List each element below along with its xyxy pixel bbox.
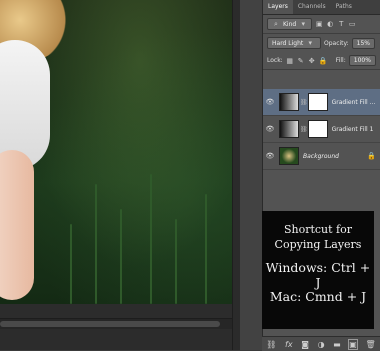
panel-gutter <box>240 0 262 350</box>
layer-row[interactable]: 👁 ⛓ Gradient Fill 1 <box>263 116 380 143</box>
layers-bottom-bar: ⛓ fx ◙ ◑ ▬ ▣ 🗑 <box>262 336 380 351</box>
lock-row: Lock: ▦ ✎ ✥ 🔒 Fill: 100% <box>263 52 380 69</box>
caption-line: Mac: Cmnd + J <box>269 289 367 304</box>
kind-filter-label: Kind <box>283 20 297 28</box>
blend-row: Hard Light ▾ Opacity: 15% <box>263 34 380 52</box>
mask-thumbnail[interactable] <box>307 93 328 111</box>
new-layer-icon[interactable]: ▣ <box>348 338 358 350</box>
adjustment-filter-icon[interactable]: ◐ <box>326 20 334 28</box>
lock-label: Lock: <box>267 57 283 64</box>
link-icon[interactable]: ⛓ <box>266 340 276 349</box>
trash-icon[interactable]: 🗑 <box>365 340 375 349</box>
lock-all-icon[interactable]: 🔒 <box>319 57 328 65</box>
photo-grass <box>150 174 152 304</box>
layer-row[interactable]: 👁 Background 🔒 <box>263 143 380 170</box>
layer-thumbnail <box>279 120 299 138</box>
opacity-field[interactable]: 15% <box>351 37 376 49</box>
fill-value: 100% <box>353 57 371 64</box>
layer-name[interactable]: Gradient Fill 1 <box>332 126 374 133</box>
link-icon: ⛓ <box>300 98 308 106</box>
mask-thumbnail[interactable] <box>307 120 328 138</box>
layer-thumbnail <box>279 147 299 165</box>
shortcut-caption: Shortcut for Copying Layers Windows: Ctr… <box>262 211 374 329</box>
type-filter-icon[interactable]: T <box>337 20 345 28</box>
fill-label: Fill: <box>335 57 346 64</box>
blend-mode-value: Hard Light <box>272 39 304 47</box>
opacity-value: 15% <box>356 39 371 47</box>
chevron-down-icon: ▾ <box>301 20 305 28</box>
eye-icon[interactable]: 👁 <box>263 98 277 106</box>
tab-channels[interactable]: Channels <box>293 0 331 14</box>
mask-icon[interactable]: ◙ <box>301 340 309 349</box>
photo-grass <box>205 194 207 304</box>
eye-icon[interactable]: 👁 <box>263 152 277 160</box>
filter-row: ⌕ Kind ▾ ▣ ◐ T ▭ <box>263 15 380 33</box>
photo-grass <box>175 219 177 304</box>
kind-filter-select[interactable]: ⌕ Kind ▾ <box>267 18 313 30</box>
caption-line: Copying Layers <box>274 238 362 251</box>
search-icon: ⌕ <box>274 20 278 28</box>
fx-icon[interactable]: fx <box>285 340 293 349</box>
chevron-down-icon: ▾ <box>308 39 312 47</box>
opacity-label: Opacity: <box>324 39 349 47</box>
lock-position-icon[interactable]: ✥ <box>308 57 316 65</box>
panel-tabs: Layers Channels Paths <box>263 0 380 15</box>
layer-row[interactable]: 👁 ⛓ Gradient Fill ... <box>263 89 380 116</box>
folder-icon[interactable]: ▬ <box>333 340 341 349</box>
lock-transparent-icon[interactable]: ▦ <box>286 57 294 65</box>
layer-name[interactable]: Gradient Fill ... <box>332 99 376 106</box>
lock-icon: 🔒 <box>367 152 376 160</box>
scroll-thumb[interactable] <box>0 321 220 327</box>
photo-grass <box>70 224 72 304</box>
fill-field[interactable]: 100% <box>348 55 376 66</box>
shape-filter-icon[interactable]: ▭ <box>348 20 356 28</box>
horizontal-scrollbar[interactable] <box>0 318 232 329</box>
photo-grass <box>95 184 97 304</box>
adjustment-icon[interactable]: ◑ <box>318 340 325 349</box>
lock-pixels-icon[interactable]: ✎ <box>297 57 305 65</box>
layer-thumbnail <box>279 93 299 111</box>
blend-mode-select[interactable]: Hard Light ▾ <box>267 37 321 49</box>
document-canvas[interactable] <box>0 0 232 304</box>
layer-name[interactable]: Background <box>303 153 339 160</box>
image-filter-icon[interactable]: ▣ <box>315 20 323 28</box>
eye-icon[interactable]: 👁 <box>263 125 277 133</box>
photo-arm <box>0 150 34 300</box>
caption-line: Shortcut for <box>283 223 353 236</box>
photo-grass <box>120 209 122 304</box>
caption-line: Windows: Ctrl + J <box>265 260 371 290</box>
tab-layers[interactable]: Layers <box>263 0 293 14</box>
tab-paths[interactable]: Paths <box>331 0 357 14</box>
link-icon: ⛓ <box>300 125 308 133</box>
